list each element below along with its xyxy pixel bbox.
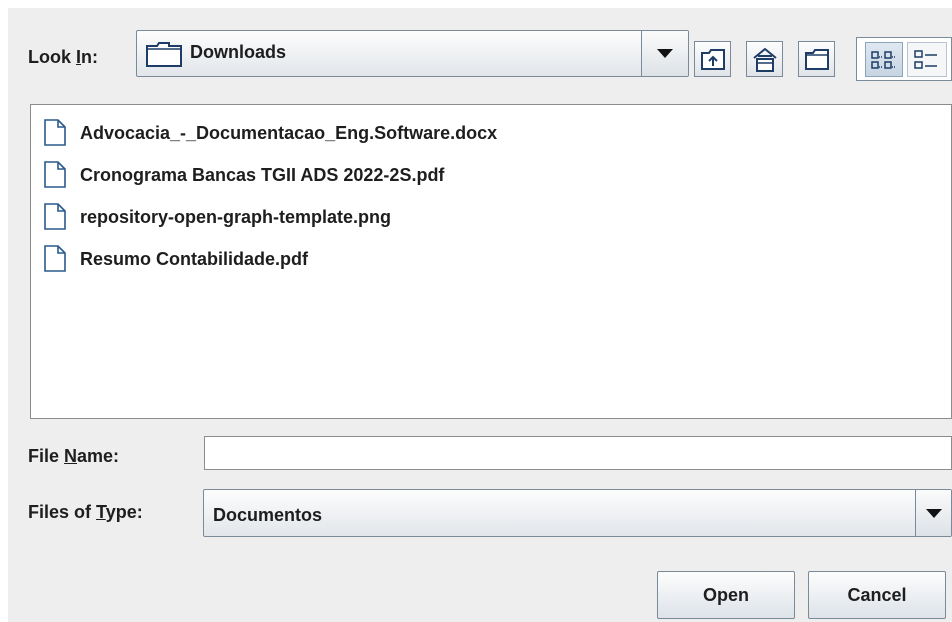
files-of-type-label-mnemonic: T <box>96 502 106 522</box>
view-toggle-group <box>856 37 952 81</box>
new-folder-button[interactable] <box>798 41 835 77</box>
look-in-label-text-end: n: <box>81 47 99 67</box>
document-icon <box>44 203 66 230</box>
file-list[interactable]: Advocacia_-_Documentacao_Eng.Software.do… <box>30 104 952 419</box>
look-in-value: Downloads <box>190 42 287 62</box>
document-icon <box>44 245 66 272</box>
cancel-button[interactable]: Cancel <box>808 571 946 619</box>
chevron-down-icon <box>657 49 673 58</box>
details-view-button[interactable] <box>865 42 903 77</box>
folder-icon <box>146 42 182 67</box>
files-of-type-value: Documentos <box>213 505 323 525</box>
files-of-type-label-text-end: ype: <box>105 502 143 522</box>
chevron-down-icon <box>926 509 942 518</box>
file-name-label-mnemonic: N <box>64 446 78 466</box>
open-button[interactable]: Open <box>657 571 795 619</box>
document-icon <box>44 119 66 146</box>
look-in-label-text: Look <box>28 47 76 67</box>
up-one-level-icon <box>701 49 725 70</box>
home-icon <box>753 47 777 72</box>
new-folder-icon <box>805 49 829 70</box>
look-in-dropdown-button[interactable] <box>641 31 688 76</box>
file-name-input[interactable] <box>204 436 952 470</box>
files-of-type-dropdown-button[interactable] <box>915 490 951 536</box>
file-chooser-dialog: Look In: Downloads Advocacia_-_Documenta… <box>8 8 952 622</box>
files-of-type-combo[interactable]: Documentos <box>203 489 952 537</box>
document-icon <box>44 161 66 188</box>
list-view-icon <box>914 50 937 69</box>
files-of-type-label: Files of Type: <box>28 502 143 523</box>
files-of-type-label-text: Files of <box>28 502 97 522</box>
file-name-text: Resumo Contabilidade.pdf <box>80 249 309 269</box>
file-name-text: Advocacia_-_Documentacao_Eng.Software.do… <box>80 123 498 143</box>
look-in-label: Look In: <box>28 47 98 68</box>
details-view-icon <box>871 51 896 69</box>
look-in-combo[interactable]: Downloads <box>136 30 689 77</box>
up-one-level-button[interactable] <box>694 41 731 77</box>
file-name-text: repository-open-graph-template.png <box>80 207 392 227</box>
file-name-text: Cronograma Bancas TGII ADS 2022-2S.pdf <box>80 165 445 185</box>
list-view-button[interactable] <box>907 42 947 77</box>
file-name-label-text: File <box>28 446 65 466</box>
file-name-label: File Name: <box>28 446 119 467</box>
home-button[interactable] <box>746 41 783 77</box>
file-name-label-text-end: ame: <box>77 446 120 466</box>
